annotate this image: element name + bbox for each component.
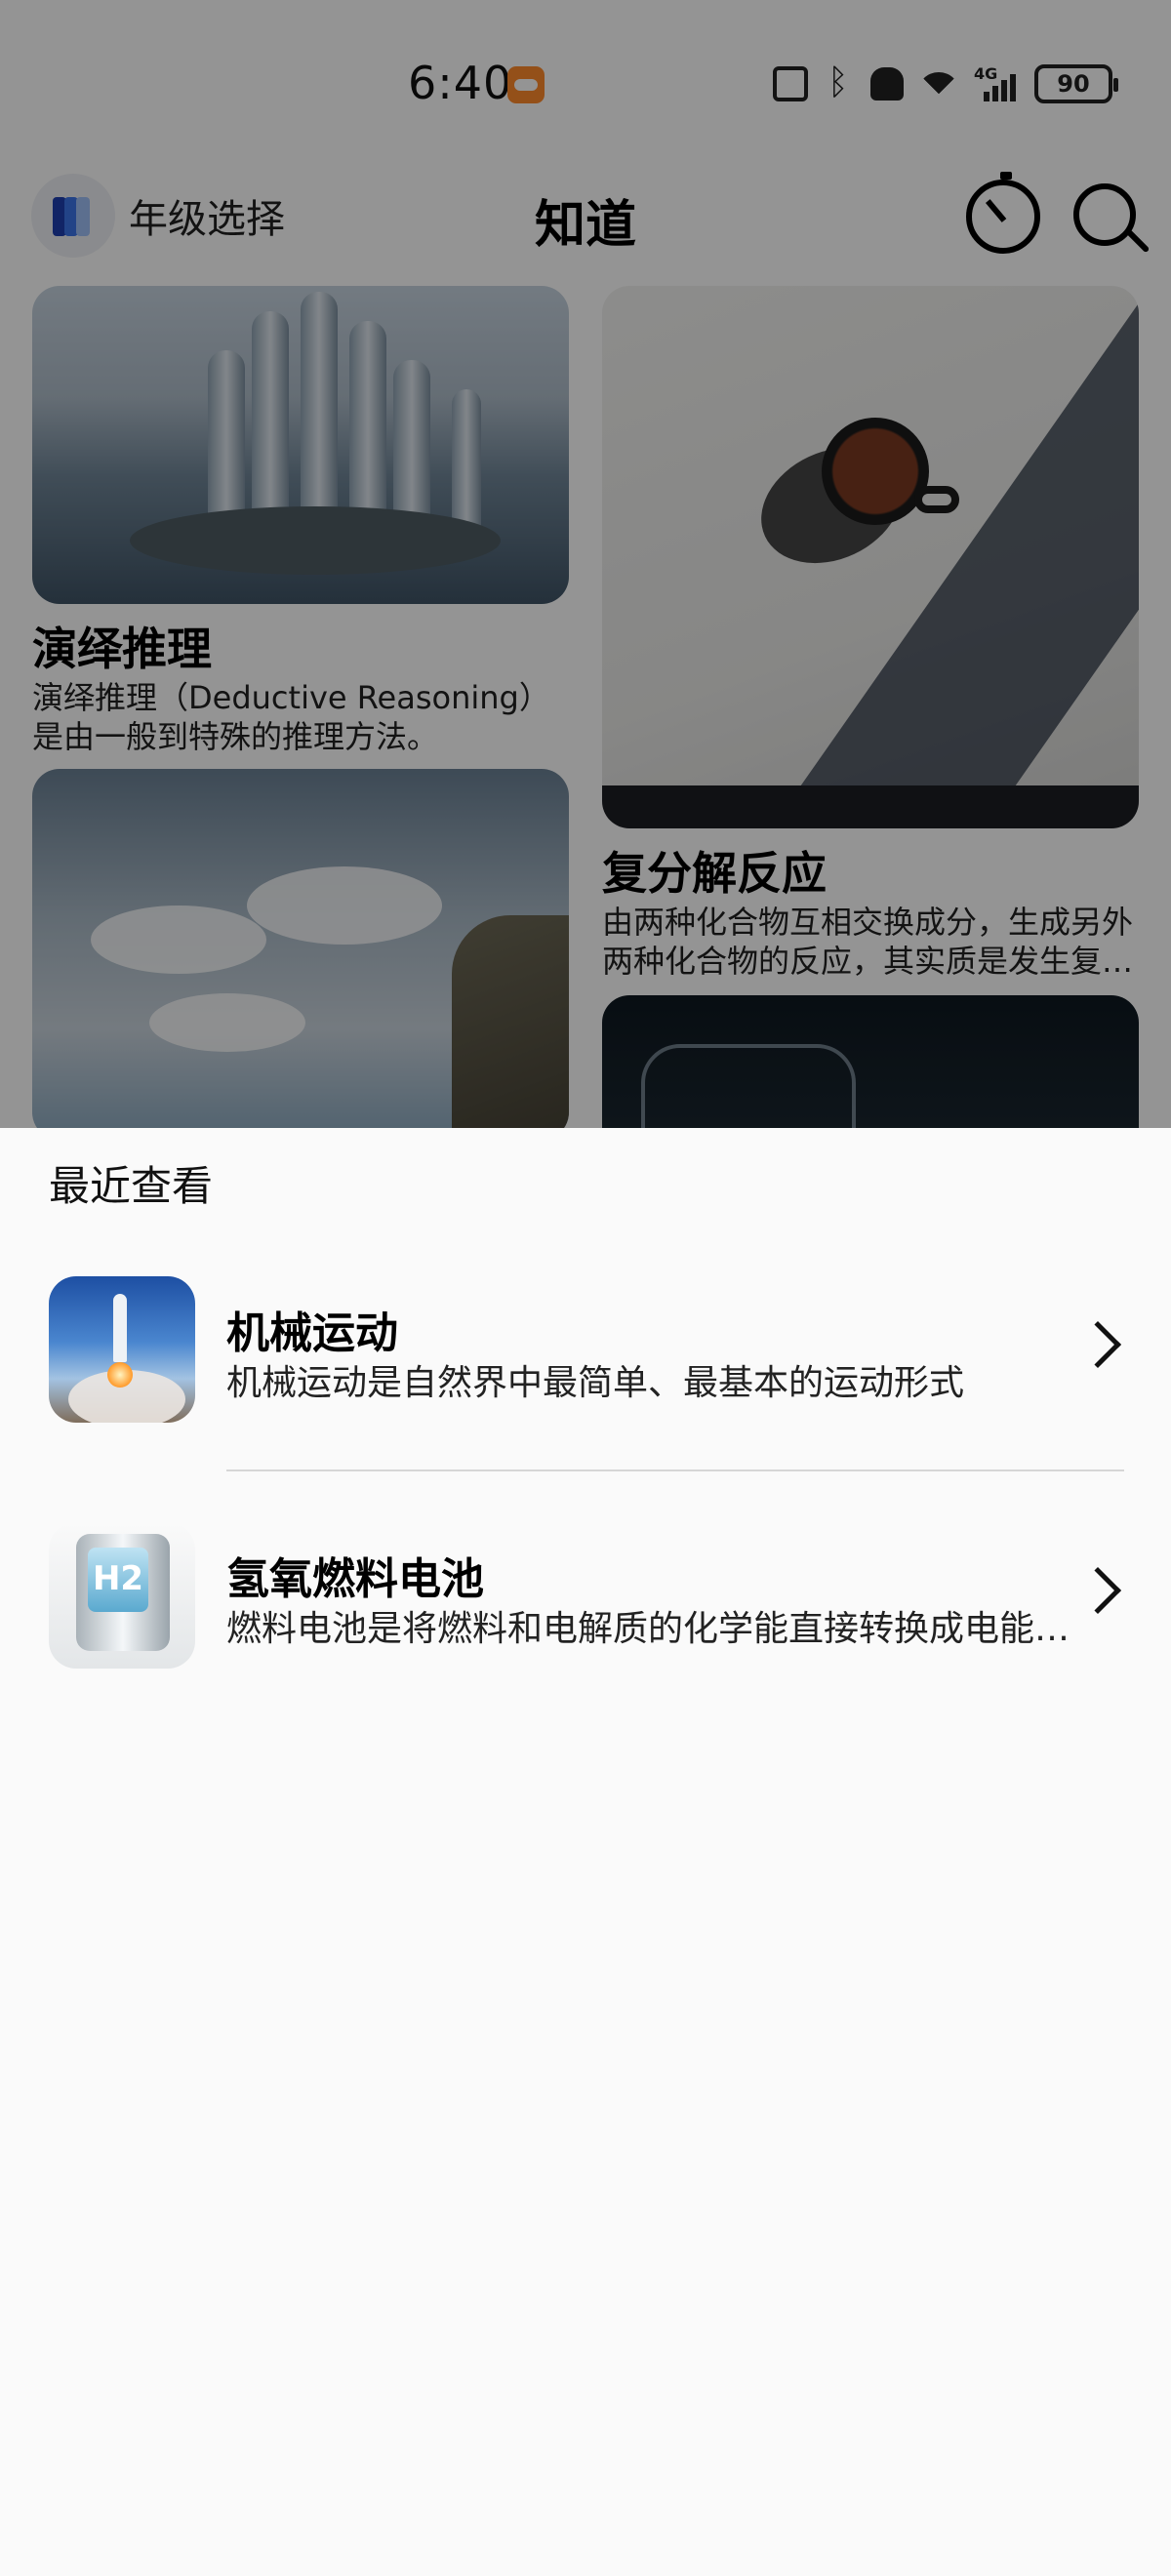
recent-item-title: 氢氧燃料电池 xyxy=(226,1554,484,1604)
dim-overlay[interactable] xyxy=(0,0,1171,1128)
recent-item-title: 机械运动 xyxy=(226,1308,398,1358)
fuel-cell-thumbnail: H2 xyxy=(49,1522,195,1669)
recent-item-desc: 燃料电池是将燃料和电解质的化学能直接转换成电能的装置 xyxy=(226,1609,1095,1649)
recent-item-mechanical-motion[interactable]: 机械运动 机械运动是自然界中最简单、最基本的运动形式 xyxy=(49,1276,1132,1423)
recent-item-fuel-cell[interactable]: H2 氢氧燃料电池 燃料电池是将燃料和电解质的化学能直接转换成电能的装置 xyxy=(49,1522,1132,1669)
recent-item-desc: 机械运动是自然界中最简单、最基本的运动形式 xyxy=(226,1363,965,1403)
sheet-title: 最近查看 xyxy=(49,1162,214,1210)
rocket-launch-thumbnail xyxy=(49,1276,195,1423)
list-divider xyxy=(226,1469,1124,1471)
recent-views-sheet: 最近查看 机械运动 机械运动是自然界中最简单、最基本的运动形式 H2 氢氧燃料电… xyxy=(0,1128,1171,2576)
h2-label: H2 xyxy=(88,1548,148,1612)
home-screen: 6:40 4G 90 年级选择 知道 xyxy=(0,0,1171,1128)
